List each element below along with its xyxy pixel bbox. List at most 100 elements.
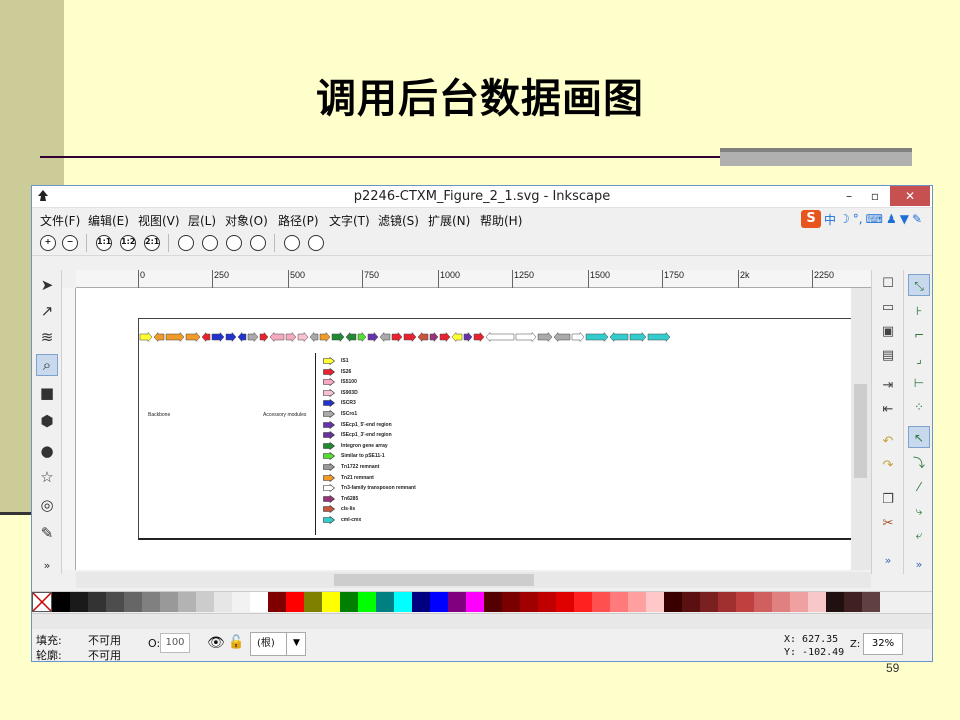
print-icon[interactable]: ▤: [878, 348, 898, 366]
palette-swatch[interactable]: [610, 592, 628, 612]
palette-swatch[interactable]: [106, 592, 124, 612]
palette-swatch[interactable]: [664, 592, 682, 612]
palette-swatch[interactable]: [394, 592, 412, 612]
gene-arrow[interactable]: [429, 331, 439, 343]
new-document-icon[interactable]: ☐: [878, 276, 898, 294]
legend-item[interactable]: cml-cmx: [323, 515, 361, 525]
gene-arrow[interactable]: [367, 331, 379, 343]
gene-arrow[interactable]: [225, 331, 237, 343]
palette-swatch[interactable]: [646, 592, 664, 612]
gene-arrow[interactable]: [185, 331, 201, 343]
menu-filters[interactable]: 滤镜(S): [378, 212, 419, 229]
legend-item[interactable]: ISEcp1_5'-end region: [323, 420, 392, 430]
legend-item[interactable]: Integron gene array: [323, 441, 388, 451]
zoom-1-2-button[interactable]: 1:2: [120, 235, 136, 251]
no-color-swatch[interactable]: [32, 592, 52, 612]
palette-swatch[interactable]: [178, 592, 196, 612]
palette-swatch[interactable]: [214, 592, 232, 612]
snap-bbox-edge-icon[interactable]: ⌐: [908, 324, 930, 346]
gene-arrow[interactable]: [211, 331, 225, 343]
palette-swatch[interactable]: [736, 592, 754, 612]
palette-swatch[interactable]: [790, 592, 808, 612]
cut-icon[interactable]: ✂: [878, 516, 898, 534]
legend-item[interactable]: Similar to pSE11-1: [323, 451, 385, 461]
menu-path[interactable]: 路径(P): [278, 212, 319, 229]
palette-swatch[interactable]: [808, 592, 826, 612]
tweak-tool-icon[interactable]: ≋: [36, 326, 58, 348]
zoom-next-icon[interactable]: [308, 235, 324, 251]
gene-arrow[interactable]: [473, 331, 485, 343]
gene-arrow[interactable]: [485, 331, 515, 343]
snap-intersection-icon[interactable]: ⁄: [908, 476, 930, 498]
palette-swatch[interactable]: [682, 592, 700, 612]
palette-swatch[interactable]: [466, 592, 484, 612]
gene-arrow[interactable]: [237, 331, 247, 343]
ime-toolbar[interactable]: S 中 ☽ °, ⌨ ♟ ▼ ✎: [801, 208, 922, 230]
palette-swatch[interactable]: [160, 592, 178, 612]
palette-swatch[interactable]: [340, 592, 358, 612]
palette-swatch[interactable]: [754, 592, 772, 612]
ime-moon-icon[interactable]: ☽: [839, 212, 850, 226]
palette-swatch[interactable]: [322, 592, 340, 612]
palette-swatch[interactable]: [448, 592, 466, 612]
palette-swatch[interactable]: [250, 592, 268, 612]
menu-edit[interactable]: 编辑(E): [88, 212, 129, 229]
zoom-in-button[interactable]: +: [40, 235, 56, 251]
snap-bbox-center-icon[interactable]: ⁘: [908, 396, 930, 418]
palette-swatch[interactable]: [70, 592, 88, 612]
gene-arrow[interactable]: [259, 331, 269, 343]
snap-bbox-icon[interactable]: ⊦: [908, 300, 930, 322]
gene-arrow[interactable]: [269, 331, 285, 343]
palette-swatch[interactable]: [124, 592, 142, 612]
vertical-scrollbar[interactable]: [851, 288, 871, 570]
gene-arrow[interactable]: [451, 331, 463, 343]
save-icon[interactable]: ▣: [878, 324, 898, 342]
zoom-2-1-button[interactable]: 2:1: [144, 235, 160, 251]
zoom-previous-icon[interactable]: [284, 235, 300, 251]
menu-layer[interactable]: 层(L): [188, 212, 216, 229]
expand-tools-icon[interactable]: »: [36, 554, 58, 576]
import-icon[interactable]: ⇥: [878, 378, 898, 396]
undo-icon[interactable]: ↶: [878, 434, 898, 452]
legend-item[interactable]: Tn3-family transposon remnant: [323, 483, 416, 493]
legend-item[interactable]: ISCro1: [323, 409, 357, 419]
legend-item[interactable]: IS903D: [323, 388, 358, 398]
gene-arrow[interactable]: [201, 331, 211, 343]
palette-swatch[interactable]: [358, 592, 376, 612]
snap-smooth-icon[interactable]: ⤶: [908, 524, 930, 546]
snap-nodes-icon[interactable]: ↖: [908, 426, 930, 448]
gene-arrow[interactable]: [345, 331, 357, 343]
vertical-scroll-thumb[interactable]: [854, 384, 867, 478]
legend-item[interactable]: ISEcp1_3'-end region: [323, 430, 392, 440]
menu-help[interactable]: 帮助(H): [480, 212, 522, 229]
palette-swatch[interactable]: [826, 592, 844, 612]
gene-arrow[interactable]: [331, 331, 345, 343]
gene-arrow[interactable]: [571, 331, 585, 343]
ime-keyboard-icon[interactable]: ⌨: [866, 212, 883, 226]
legend-item[interactable]: IS5100: [323, 377, 357, 387]
gene-arrow[interactable]: [153, 331, 165, 343]
ime-user-icon[interactable]: ♟: [886, 212, 897, 226]
palette-swatch[interactable]: [142, 592, 160, 612]
gene-arrow[interactable]: [417, 331, 429, 343]
zoom-input[interactable]: 32%: [863, 633, 903, 655]
gene-arrow[interactable]: [647, 331, 671, 343]
palette-swatch[interactable]: [88, 592, 106, 612]
palette-scrollbar[interactable]: [32, 613, 932, 629]
visibility-icon[interactable]: 👁: [207, 635, 225, 651]
rectangle-tool-icon[interactable]: ■: [36, 382, 58, 404]
legend-item[interactable]: cls-lis: [323, 504, 355, 514]
ime-shirt-icon[interactable]: ▼: [900, 212, 909, 226]
zoom-drawing-icon[interactable]: [202, 235, 218, 251]
fill-value[interactable]: 不可用: [88, 632, 121, 648]
palette-swatch[interactable]: [574, 592, 592, 612]
palette-swatch[interactable]: [700, 592, 718, 612]
legend-item[interactable]: Tn6285: [323, 494, 358, 504]
drawing-canvas[interactable]: Backbone Accessory modules IS1 IS26 IS5100…: [76, 288, 851, 570]
close-button[interactable]: ✕: [890, 186, 930, 206]
palette-swatch[interactable]: [772, 592, 790, 612]
window-titlebar[interactable]: p2246-CTXM_Figure_2_1.svg - Inkscape – ▫…: [32, 186, 932, 208]
3d-box-tool-icon[interactable]: ⬢: [36, 410, 58, 432]
palette-swatch[interactable]: [844, 592, 862, 612]
copy-icon[interactable]: ❐: [878, 492, 898, 510]
